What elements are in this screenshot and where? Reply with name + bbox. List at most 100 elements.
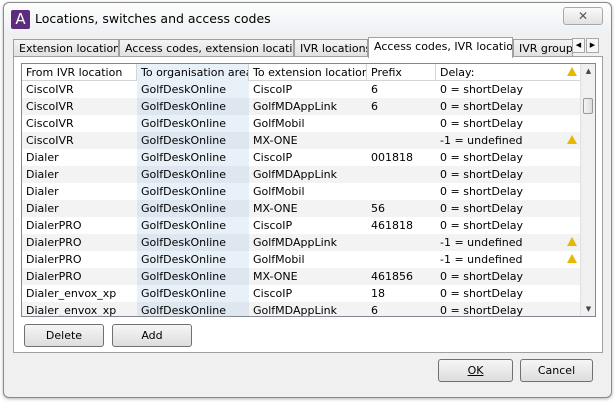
cell-text: GolfDeskOnline bbox=[141, 100, 227, 113]
cell-text: 0 = shortDelay bbox=[440, 287, 524, 300]
cell-text: GolfMobil bbox=[253, 117, 305, 130]
table-row[interactable]: CiscoIVR GolfDeskOnline MX-ONE -1 = undefin… bbox=[22, 132, 580, 149]
ok-button[interactable]: OK bbox=[438, 359, 513, 382]
tab-bar: Extension locations Access codes, extens… bbox=[13, 37, 603, 58]
to-organisation-area-cell: GolfDeskOnline bbox=[137, 285, 249, 302]
table-row[interactable]: Dialer GolfDeskOnline GolfMDAppLink 0 = sho… bbox=[22, 166, 580, 183]
app-logo-icon: A bbox=[11, 10, 30, 29]
column-header-to-organisation-area[interactable]: To organisation area bbox=[137, 64, 249, 81]
cell-text: GolfDeskOnline bbox=[141, 151, 227, 164]
cell-text: CiscoIP bbox=[253, 83, 293, 96]
prefix-cell bbox=[367, 132, 436, 149]
vertical-scrollbar[interactable]: ▲ ▼ bbox=[580, 64, 595, 316]
prefix-cell: 461818 bbox=[367, 217, 436, 234]
to-extension-location-cell: CiscoIP bbox=[249, 149, 367, 166]
to-organisation-area-cell: GolfDeskOnline bbox=[137, 149, 249, 166]
delay-cell: -1 = undefined bbox=[436, 234, 580, 251]
column-header-prefix[interactable]: Prefix bbox=[367, 64, 436, 81]
table-row[interactable]: Dialer GolfDeskOnline GolfMobil 0 = shortDe… bbox=[22, 183, 580, 200]
cell-text: 18 bbox=[371, 287, 385, 300]
from-ivr-location-cell: CiscoIVR bbox=[22, 98, 137, 115]
from-ivr-location-cell: Dialer bbox=[22, 149, 137, 166]
cell-text: GolfDeskOnline bbox=[141, 168, 227, 181]
cell-text: Dialer_envox_xp bbox=[26, 304, 117, 317]
cell-text: GolfDeskOnline bbox=[141, 253, 227, 266]
scroll-down-icon[interactable]: ▼ bbox=[581, 302, 595, 316]
window-title: Locations, switches and access codes bbox=[35, 11, 271, 26]
cell-text: 56 bbox=[371, 202, 385, 215]
from-ivr-location-cell: Dialer bbox=[22, 183, 137, 200]
cell-text: GolfDeskOnline bbox=[141, 219, 227, 232]
to-extension-location-cell: GolfMDAppLink bbox=[249, 98, 367, 115]
table-row[interactable]: CiscoIVR GolfDeskOnline GolfMDAppLink 6 0 = … bbox=[22, 98, 580, 115]
to-extension-location-cell: MX-ONE bbox=[249, 268, 367, 285]
column-header-to-extension-location[interactable]: To extension location bbox=[249, 64, 367, 81]
table-row[interactable]: Dialer_envox_xp GolfDeskOnline CiscoIP 18 0 … bbox=[22, 285, 580, 302]
to-organisation-area-cell: GolfDeskOnline bbox=[137, 217, 249, 234]
cancel-button[interactable]: Cancel bbox=[520, 359, 593, 382]
cell-text: 0 = shortDelay bbox=[440, 117, 524, 130]
tab-scroll-right-icon[interactable]: ▶ bbox=[586, 38, 599, 53]
cell-text: 0 = shortDelay bbox=[440, 83, 524, 96]
prefix-cell bbox=[367, 251, 436, 268]
cell-text: GolfDeskOnline bbox=[141, 185, 227, 198]
table-row[interactable]: CiscoIVR GolfDeskOnline CiscoIP 6 0 = shortD… bbox=[22, 81, 580, 98]
scrollbar-thumb[interactable] bbox=[583, 98, 593, 114]
tab-panel: From IVR location To organisation area T… bbox=[13, 56, 603, 353]
to-organisation-area-cell: GolfDeskOnline bbox=[137, 302, 249, 316]
add-button[interactable]: Add bbox=[112, 324, 192, 347]
cell-text: 6 bbox=[371, 83, 378, 96]
cell-text: CiscoIP bbox=[253, 287, 293, 300]
to-organisation-area-cell: GolfDeskOnline bbox=[137, 268, 249, 285]
cell-text: Dialer bbox=[26, 202, 59, 215]
cell-text: 461856 bbox=[371, 270, 413, 283]
table-row[interactable]: Dialer GolfDeskOnline MX-ONE 56 0 = shortDel… bbox=[22, 200, 580, 217]
tab-scroll-left-icon[interactable]: ◀ bbox=[572, 38, 585, 53]
from-ivr-location-cell: CiscoIVR bbox=[22, 81, 137, 98]
cell-text: GolfDeskOnline bbox=[141, 270, 227, 283]
table-row[interactable]: DialerPRO GolfDeskOnline CiscoIP 461818 0 = … bbox=[22, 217, 580, 234]
cell-text: GolfMDAppLink bbox=[253, 236, 337, 249]
from-ivr-location-cell: DialerPRO bbox=[22, 268, 137, 285]
column-header-delay[interactable]: Delay: bbox=[436, 64, 580, 81]
scroll-up-icon[interactable]: ▲ bbox=[581, 64, 595, 78]
prefix-cell bbox=[367, 183, 436, 200]
column-header-from-ivr-location[interactable]: From IVR location bbox=[22, 64, 137, 81]
cell-text: GolfDeskOnline bbox=[141, 236, 227, 249]
table-row[interactable]: DialerPRO GolfDeskOnline MX-ONE 461856 0 = s… bbox=[22, 268, 580, 285]
delay-cell: 0 = shortDelay bbox=[436, 115, 580, 132]
cell-text: MX-ONE bbox=[253, 202, 298, 215]
table-row[interactable]: CiscoIVR GolfDeskOnline GolfMobil 0 = short… bbox=[22, 115, 580, 132]
cell-text: -1 = undefined bbox=[440, 134, 523, 147]
to-organisation-area-cell: GolfDeskOnline bbox=[137, 183, 249, 200]
cell-text: 0 = shortDelay bbox=[440, 100, 524, 113]
cell-text: CiscoIVR bbox=[26, 117, 74, 130]
table-row[interactable]: DialerPRO GolfDeskOnline GolfMobil -1 = und… bbox=[22, 251, 580, 268]
cell-text: CiscoIVR bbox=[26, 100, 74, 113]
to-organisation-area-cell: GolfDeskOnline bbox=[137, 98, 249, 115]
close-button[interactable]: ✕ bbox=[563, 7, 603, 25]
cell-text: CiscoIVR bbox=[26, 134, 74, 147]
table-row[interactable]: DialerPRO GolfDeskOnline GolfMDAppLink -1 =… bbox=[22, 234, 580, 251]
cell-text: 0 = shortDelay bbox=[440, 168, 524, 181]
from-ivr-location-cell: CiscoIVR bbox=[22, 132, 137, 149]
table-row[interactable]: Dialer GolfDeskOnline CiscoIP 001818 0 = sho… bbox=[22, 149, 580, 166]
warning-icon bbox=[567, 254, 577, 263]
warning-icon bbox=[567, 135, 577, 144]
to-extension-location-cell: GolfMobil bbox=[249, 183, 367, 200]
cell-text: GolfDeskOnline bbox=[141, 202, 227, 215]
cell-text: 6 bbox=[371, 100, 378, 113]
table-row[interactable]: Dialer_envox_xp GolfDeskOnline GolfMDAppLi… bbox=[22, 302, 580, 317]
to-extension-location-cell: MX-ONE bbox=[249, 132, 367, 149]
prefix-cell: 6 bbox=[367, 81, 436, 98]
delay-cell: 0 = shortDelay bbox=[436, 81, 580, 98]
cell-text: Dialer bbox=[26, 185, 59, 198]
tab-access-codes-ivr-locations[interactable]: Access codes, IVR locations bbox=[368, 37, 513, 58]
to-organisation-area-cell: GolfDeskOnline bbox=[137, 251, 249, 268]
cell-text: DialerPRO bbox=[26, 236, 82, 249]
cell-text: DialerPRO bbox=[26, 253, 82, 266]
dialog-window: A Locations, switches and access codes ✕… bbox=[3, 2, 612, 398]
cell-text: Dialer bbox=[26, 151, 59, 164]
delete-button[interactable]: Delete bbox=[24, 324, 104, 347]
cell-text: GolfMDAppLink bbox=[253, 304, 337, 317]
